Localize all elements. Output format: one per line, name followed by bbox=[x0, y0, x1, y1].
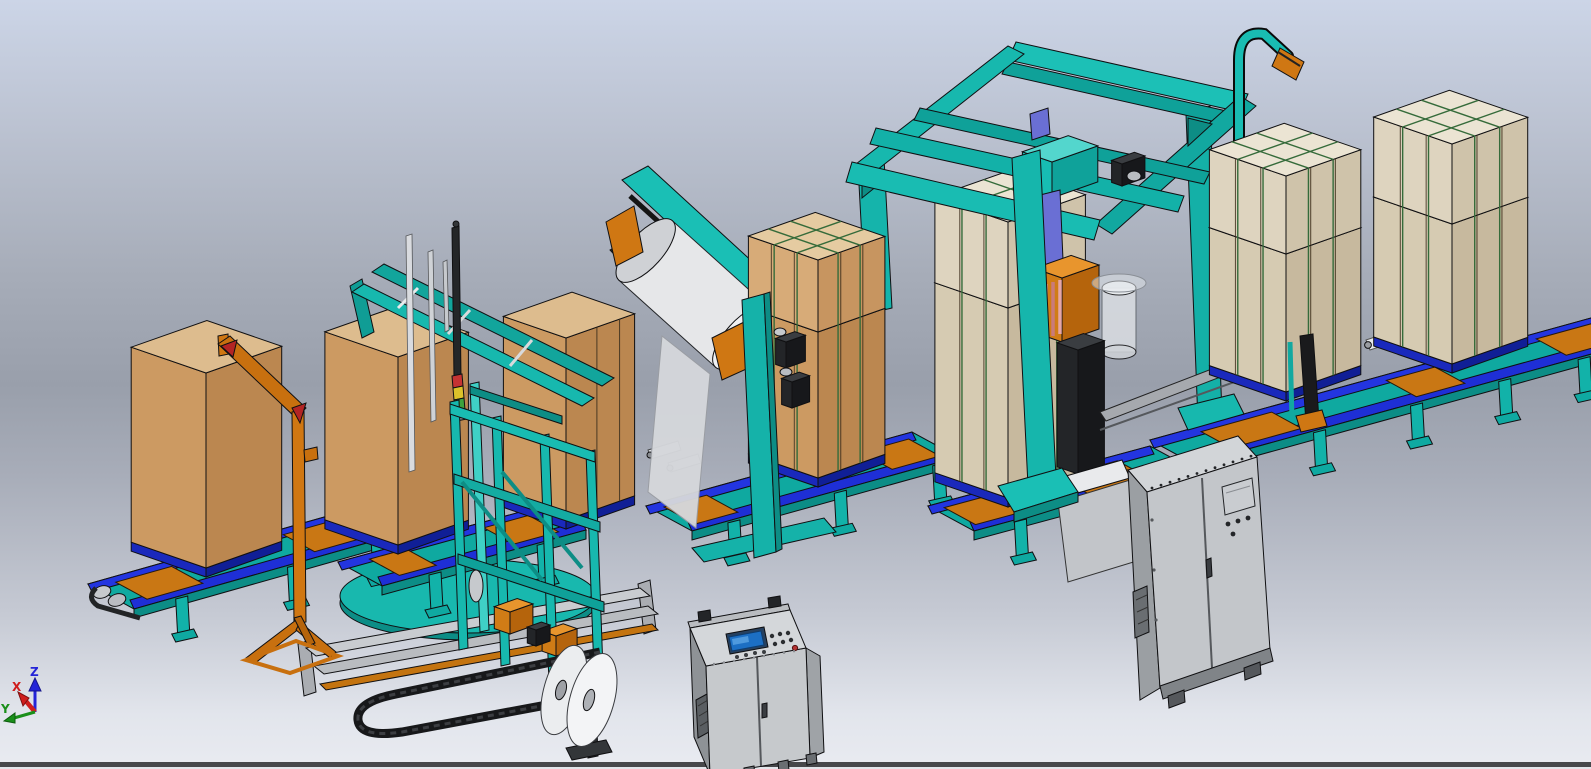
strap-post bbox=[1290, 342, 1292, 420]
cabinet-trim-dot bbox=[1196, 472, 1199, 475]
pallet-7-left-face bbox=[1374, 197, 1452, 364]
console-handle bbox=[762, 703, 767, 718]
carriage-motor-left-face bbox=[1112, 160, 1122, 186]
strap-reel-unit[interactable] bbox=[532, 640, 626, 760]
pallet-load-7[interactable] bbox=[1374, 90, 1528, 373]
cabinet-trim-dot bbox=[1187, 475, 1190, 478]
cabinet-vent bbox=[1133, 586, 1149, 638]
z-arrowhead bbox=[29, 678, 41, 691]
pallet-2-left-face bbox=[325, 332, 398, 545]
panel-dot bbox=[763, 655, 765, 657]
panel-dot bbox=[713, 663, 715, 665]
console-button bbox=[735, 655, 739, 659]
console-button bbox=[781, 640, 785, 644]
conveyor-leg bbox=[1578, 357, 1591, 397]
film-roll-body bbox=[1102, 288, 1136, 352]
pallet-3-right-face bbox=[566, 314, 635, 520]
mast-purple-top bbox=[1030, 108, 1050, 140]
cabinet-trim-dot bbox=[1232, 461, 1235, 464]
pallet-4-right-face bbox=[818, 308, 885, 478]
pallet-load-6[interactable] bbox=[1209, 123, 1360, 401]
panel-dot bbox=[773, 653, 775, 655]
console-button bbox=[773, 642, 777, 646]
cabinet-trim-dot bbox=[1160, 484, 1163, 487]
hinge bbox=[1150, 518, 1153, 521]
console-button bbox=[778, 632, 782, 636]
conveyor-foot bbox=[1495, 412, 1521, 425]
console-button bbox=[789, 638, 793, 642]
stand-post bbox=[292, 410, 306, 624]
cabinet-trim-dot bbox=[1151, 487, 1154, 490]
y-axis bbox=[14, 712, 35, 718]
electrical-cabinet[interactable] bbox=[1128, 436, 1273, 708]
pallet-6-left-face bbox=[1209, 228, 1286, 392]
cabinet-trim-dot bbox=[1169, 481, 1172, 484]
chrome-pole bbox=[443, 260, 449, 332]
pallet-load-2[interactable] bbox=[325, 307, 469, 554]
console-top-box bbox=[768, 596, 781, 608]
axis-triad: ZXY bbox=[0, 665, 41, 723]
cabinet-button bbox=[1236, 519, 1241, 524]
cabinet-trim-dot bbox=[1178, 478, 1181, 481]
panel-dot bbox=[743, 658, 745, 660]
cabinet-button bbox=[1246, 516, 1251, 521]
console-button bbox=[762, 650, 766, 654]
motor-cap bbox=[774, 328, 786, 336]
wrap-head-right-face bbox=[1078, 341, 1104, 474]
console-button bbox=[753, 651, 757, 655]
conveyor-foot bbox=[1407, 436, 1433, 449]
console-button bbox=[786, 631, 790, 635]
console-foot bbox=[806, 753, 817, 765]
console-top-box bbox=[698, 610, 711, 622]
cabinet-trim-dot bbox=[1241, 458, 1244, 461]
panel-dot bbox=[733, 660, 735, 662]
gear-motor-left-face bbox=[776, 338, 786, 368]
pneumatic-cylinder bbox=[469, 570, 483, 602]
pole-cap bbox=[453, 221, 459, 227]
pallet-load-1[interactable] bbox=[131, 321, 282, 578]
cabinet-trim-dot bbox=[1223, 463, 1226, 466]
floor-edge bbox=[0, 762, 1591, 769]
machine-line-render[interactable]: ZXY bbox=[0, 0, 1591, 769]
operator-console[interactable] bbox=[688, 596, 824, 769]
panel-dot bbox=[753, 656, 755, 658]
cabinet-button bbox=[1226, 522, 1231, 527]
motor-cap bbox=[1127, 171, 1141, 181]
floor-line bbox=[0, 762, 1591, 767]
pallet-7-right-face bbox=[1452, 197, 1528, 364]
console-button bbox=[744, 653, 748, 657]
gear-motor-left-face bbox=[782, 378, 792, 408]
cabinet-button bbox=[1231, 532, 1236, 537]
pallet-5-left-face bbox=[935, 283, 1008, 498]
motor-cap bbox=[780, 368, 792, 376]
roller-hub bbox=[1365, 342, 1372, 349]
conveyor-foot bbox=[1310, 463, 1336, 476]
console-foot bbox=[778, 760, 789, 769]
cabinet-trim-dot bbox=[1214, 466, 1217, 469]
pallet-6-right-face bbox=[1286, 228, 1361, 392]
y-label: Y bbox=[0, 702, 10, 716]
x-label: X bbox=[12, 680, 22, 694]
signal-pole bbox=[452, 226, 461, 378]
hinge bbox=[1152, 568, 1155, 571]
panel-dot bbox=[783, 652, 785, 654]
z-label: Z bbox=[30, 665, 39, 679]
console-button bbox=[770, 634, 774, 638]
cabinet-trim-dot bbox=[1250, 455, 1253, 458]
wrap-head-left-face bbox=[1057, 343, 1078, 474]
panel-dot bbox=[723, 661, 725, 663]
conveyor-foot bbox=[1010, 552, 1036, 565]
conveyor-foot bbox=[172, 629, 198, 642]
cad-viewport[interactable]: ZXY bbox=[0, 0, 1591, 769]
stand-tab bbox=[304, 447, 318, 462]
hinge bbox=[1154, 618, 1157, 621]
panel-dot bbox=[793, 650, 795, 652]
cabinet-handle bbox=[1206, 558, 1212, 578]
pallet-1-left-face bbox=[131, 347, 206, 568]
film-roll-bottom bbox=[1102, 345, 1136, 359]
cabinet-trim-dot bbox=[1205, 469, 1208, 472]
film-roll-flange bbox=[1092, 274, 1146, 292]
console-button-red bbox=[792, 645, 797, 650]
